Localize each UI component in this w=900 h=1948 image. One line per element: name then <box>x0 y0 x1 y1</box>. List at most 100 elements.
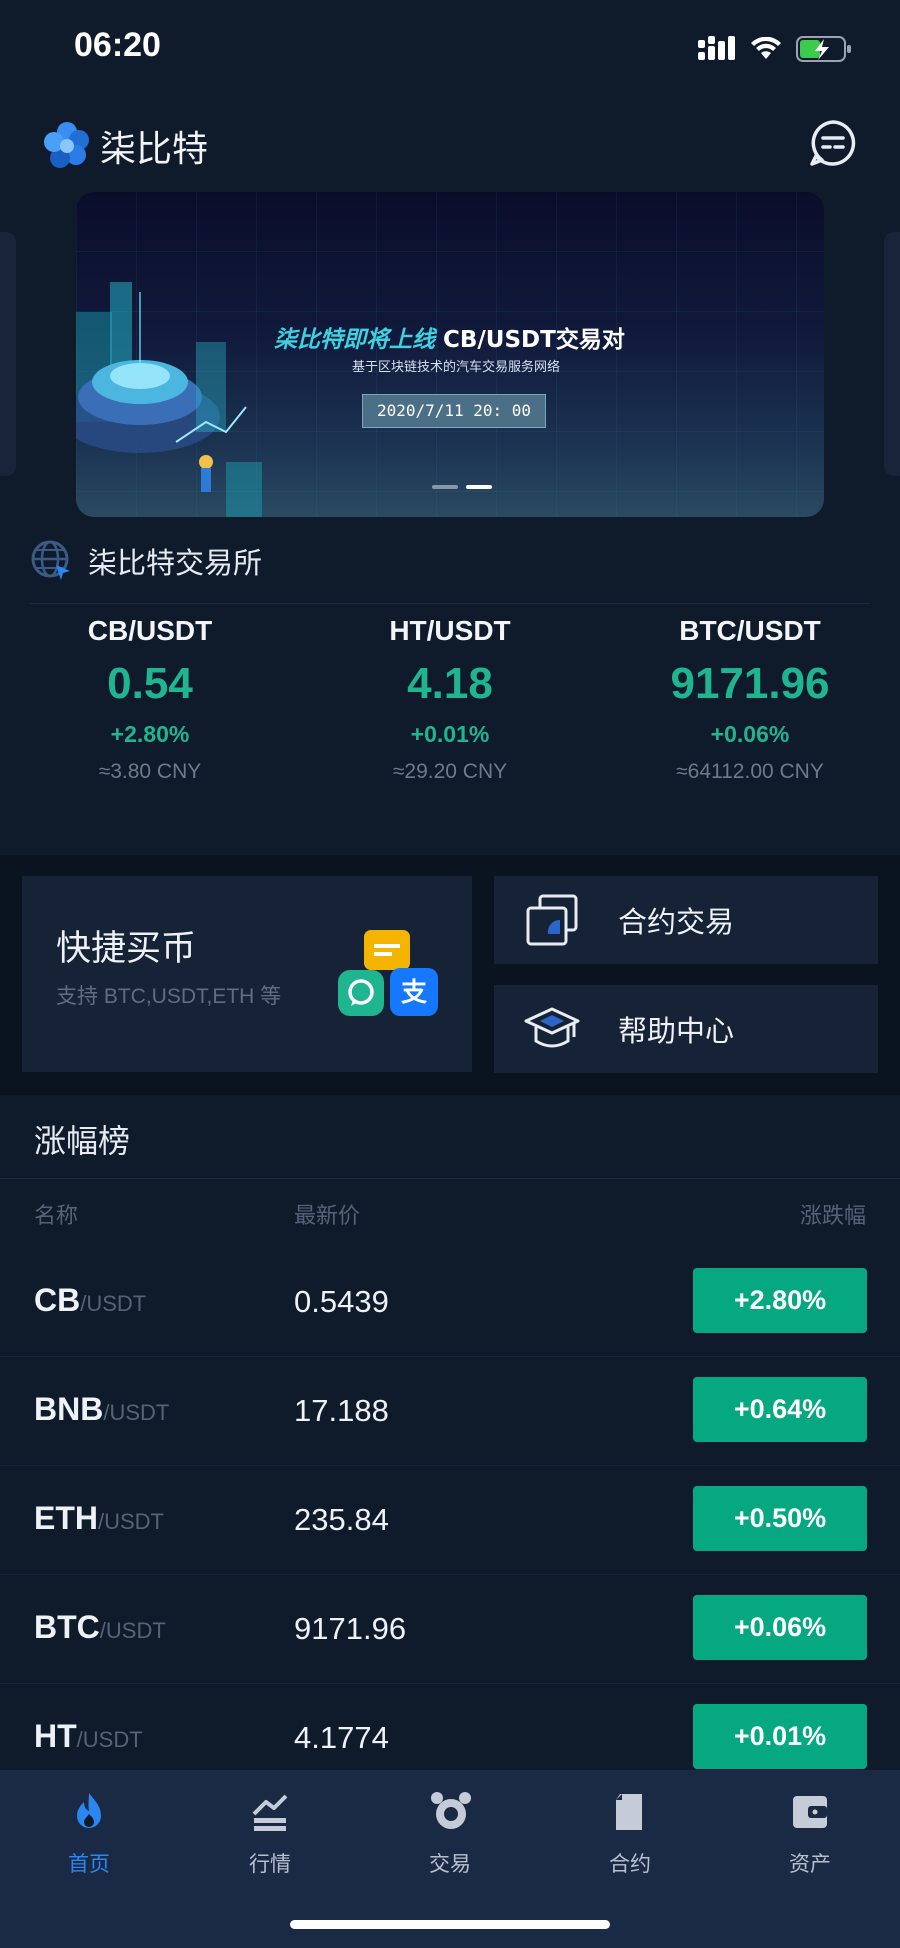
ticker-card[interactable]: BTC/USDT 9171.96 +0.06% ≈64112.00 CNY <box>600 615 900 815</box>
wallet-icon <box>793 1796 827 1828</box>
tab-market[interactable]: 行情 <box>210 1790 330 1878</box>
home-indicator[interactable] <box>290 1920 610 1929</box>
row-symbol: HT/USDT <box>34 1718 143 1755</box>
status-time: 06:20 <box>74 26 161 64</box>
chart-icon <box>252 1794 288 1831</box>
payment-icons: 支 <box>338 930 448 1030</box>
quick-buy-title: 快捷买币 <box>56 929 197 969</box>
symbol-quote: /USDT <box>76 1727 143 1752</box>
help-center-button[interactable]: 帮助中心 <box>494 985 878 1073</box>
tab-label: 合约 <box>609 1852 651 1876</box>
ticker-price: 0.54 <box>107 659 193 708</box>
tab-label: 行情 <box>249 1852 291 1876</box>
folder-icon <box>526 894 578 946</box>
ticker-strip: CB/USDT 0.54 +2.80% ≈3.80 CNY HT/USDT 4.… <box>0 615 900 815</box>
flame-icon <box>77 1793 101 1828</box>
banner-title-highlight: 柒比特即将上线 <box>274 327 435 353</box>
symbol-base: ETH <box>34 1500 98 1536</box>
chat-icon[interactable] <box>808 118 858 168</box>
app-name: 柒比特 <box>100 129 209 170</box>
column-header-name: 名称 <box>34 1204 79 1229</box>
column-header-price: 最新价 <box>294 1204 361 1229</box>
ticker-cny: ≈29.20 CNY <box>392 760 508 783</box>
row-change-badge: +0.64% <box>693 1377 867 1442</box>
tab-label: 资产 <box>789 1852 831 1876</box>
home-screen: 06:20 柒比特 柒比特即将上线 CB/USDT交易对 基于区块链技术的汽车交… <box>0 0 900 1948</box>
row-change-badge: +0.50% <box>693 1486 867 1551</box>
gainers-title: 涨幅榜 <box>34 1122 131 1160</box>
banner-title: 柒比特即将上线 CB/USDT交易对 <box>274 320 625 354</box>
wifi-icon <box>751 37 781 59</box>
market-row[interactable]: ETH/USDT 235.84 +0.50% <box>0 1466 900 1575</box>
row-change-badge: +0.06% <box>693 1595 867 1660</box>
ticker-cny: ≈3.80 CNY <box>98 760 202 783</box>
ticker-price: 4.18 <box>407 659 493 708</box>
carousel-indicator <box>432 485 492 489</box>
contract-trade-label: 合约交易 <box>618 905 735 939</box>
tab-contract[interactable]: 合约 <box>570 1790 690 1878</box>
market-row[interactable]: BTC/USDT 9171.96 +0.06% <box>0 1575 900 1684</box>
divider <box>0 1178 900 1179</box>
ticker-pair: HT/USDT <box>389 615 511 646</box>
ticker-change: +0.01% <box>410 721 490 747</box>
row-change-badge: +2.80% <box>693 1268 867 1333</box>
market-row[interactable]: BNB/USDT 17.188 +0.64% <box>0 1357 900 1466</box>
alipay-char: 支 <box>401 978 427 1008</box>
symbol-base: BNB <box>34 1391 104 1427</box>
wechat-pay-icon <box>338 970 384 1016</box>
ticker-card[interactable]: HT/USDT 4.18 +0.01% ≈29.20 CNY <box>300 615 600 815</box>
carousel-dot-active[interactable] <box>466 485 492 489</box>
row-change-badge: +0.01% <box>693 1704 867 1769</box>
tab-assets[interactable]: 资产 <box>750 1790 870 1878</box>
banner-date: 2020/7/11 20: 00 <box>362 394 546 428</box>
row-price: 4.1774 <box>294 1720 389 1755</box>
symbol-quote: /USDT <box>99 1618 166 1643</box>
tab-label: 交易 <box>429 1852 471 1876</box>
column-header-change: 涨跌幅 <box>799 1204 866 1229</box>
quick-buy-desc: 支持 BTC,USDT,ETH 等 <box>56 985 282 1008</box>
graduation-cap-icon <box>524 1007 580 1048</box>
row-price: 0.5439 <box>294 1284 389 1319</box>
banner-title-rest: CB/USDT交易对 <box>443 327 625 353</box>
tab-home[interactable]: 首页 <box>29 1790 149 1878</box>
row-price: 9171.96 <box>294 1611 407 1646</box>
exchange-heading: 柒比特交易所 <box>30 538 262 584</box>
symbol-quote: /USDT <box>103 1400 170 1425</box>
app-logo-icon <box>44 122 89 168</box>
battery-icon <box>796 36 851 62</box>
ticker-card[interactable]: CB/USDT 0.54 +2.80% ≈3.80 CNY <box>0 615 300 815</box>
tab-trade[interactable]: 交易 <box>390 1790 510 1878</box>
row-symbol: ETH/USDT <box>34 1500 164 1537</box>
symbol-base: HT <box>34 1718 77 1754</box>
divider <box>30 603 870 604</box>
market-row[interactable]: CB/USDT 0.5439 +2.80% <box>0 1248 900 1357</box>
row-symbol: BTC/USDT <box>34 1609 166 1646</box>
symbol-quote: /USDT <box>80 1291 147 1316</box>
banner-subtitle: 基于区块链技术的汽车交易服务网络 <box>352 360 561 375</box>
symbol-quote: /USDT <box>98 1509 164 1534</box>
ticker-price: 9171.96 <box>670 659 830 708</box>
ticker-cny: ≈64112.00 CNY <box>676 760 824 783</box>
help-center-label: 帮助中心 <box>618 1014 735 1048</box>
banner-next-peek[interactable] <box>884 232 900 476</box>
status-icons <box>698 32 852 66</box>
promo-banner[interactable]: 柒比特即将上线 CB/USDT交易对 基于区块链技术的汽车交易服务网络 2020/… <box>76 192 824 517</box>
row-price: 17.188 <box>294 1393 389 1428</box>
carousel-dot[interactable] <box>432 485 458 489</box>
app-header: 柒比特 <box>0 100 900 190</box>
symbol-base: BTC <box>34 1609 100 1645</box>
ticker-change: +0.06% <box>710 721 790 747</box>
symbol-base: CB <box>34 1282 81 1318</box>
row-symbol: BNB/USDT <box>34 1391 169 1428</box>
banner-prev-peek[interactable] <box>0 232 16 476</box>
signal-icon <box>698 36 735 60</box>
ticker-change: +2.80% <box>110 721 190 747</box>
gainers-list: CB/USDT 0.5439 +2.80% BNB/USDT 17.188 +0… <box>0 1248 900 1793</box>
status-bar: 06:20 <box>0 0 900 100</box>
ticker-pair: BTC/USDT <box>679 615 821 646</box>
contract-trade-button[interactable]: 合约交易 <box>494 876 878 964</box>
quick-buy-card[interactable]: 快捷买币 支持 BTC,USDT,ETH 等 支 <box>22 876 472 1072</box>
row-price: 235.84 <box>294 1502 389 1537</box>
alipay-icon: 支 <box>390 968 438 1016</box>
banner-illustration <box>76 282 262 517</box>
